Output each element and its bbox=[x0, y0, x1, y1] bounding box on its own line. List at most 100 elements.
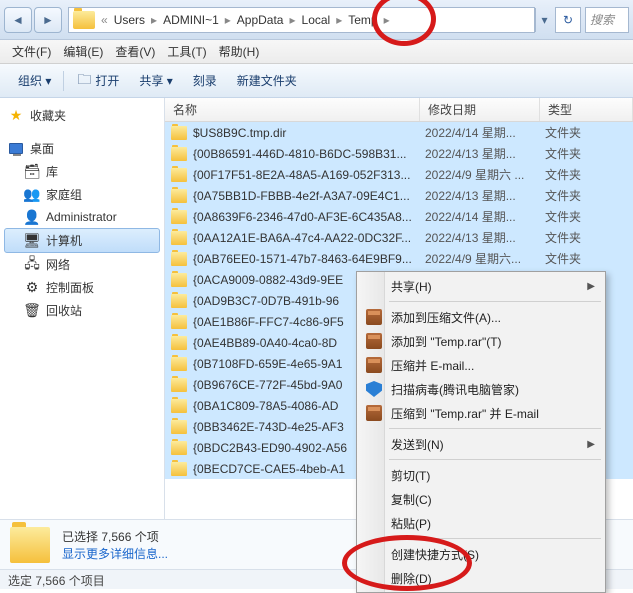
crumb-temp[interactable]: Temp bbox=[344, 13, 381, 27]
ctx-paste[interactable]: 粘贴(P) bbox=[359, 511, 603, 535]
ctx-copy-label: 复制(C) bbox=[391, 491, 432, 508]
folder-icon bbox=[171, 126, 187, 140]
refresh-button[interactable]: ↻ bbox=[555, 7, 581, 33]
sidebar-recyclebin[interactable]: 🗑 回收站 bbox=[4, 299, 160, 322]
computer-icon: 🖥 bbox=[24, 233, 40, 249]
file-row[interactable]: {0A8639F6-2346-47d0-AF3E-6C435A8...2022/… bbox=[165, 206, 633, 227]
details-selection-text: 已选择 7,566 个项 bbox=[62, 528, 168, 545]
sidebar-computer[interactable]: 🖥 计算机 bbox=[4, 228, 160, 253]
ctx-add-temp-label: 添加到 "Temp.rar"(T) bbox=[391, 333, 502, 350]
breadcrumb[interactable]: « Users ▸ ADMINI~1 ▸ AppData ▸ Local ▸ T… bbox=[68, 7, 535, 33]
context-menu: 共享(H) ▶ 添加到压缩文件(A)... 添加到 "Temp.rar"(T) … bbox=[356, 271, 606, 593]
sidebar-network[interactable]: 🖧 网络 bbox=[4, 253, 160, 276]
administrator-label: Administrator bbox=[46, 210, 117, 224]
column-type[interactable]: 类型 bbox=[540, 98, 633, 121]
share-button[interactable]: 共享 ▾ bbox=[129, 69, 182, 92]
address-bar-area: ◄ ► « Users ▸ ADMINI~1 ▸ AppData ▸ Local… bbox=[0, 0, 633, 40]
ctx-create-shortcut[interactable]: 创建快捷方式(S) bbox=[359, 542, 603, 566]
libraries-label: 库 bbox=[46, 163, 58, 180]
chevron-right-icon: ▸ bbox=[382, 13, 392, 27]
sidebar-desktop[interactable]: 桌面 bbox=[4, 137, 160, 160]
file-type: 文件夹 bbox=[545, 187, 633, 204]
ctx-add-archive[interactable]: 添加到压缩文件(A)... bbox=[359, 305, 603, 329]
recyclebin-icon: 🗑 bbox=[24, 303, 40, 319]
ctx-sendto[interactable]: 发送到(N) ▶ bbox=[359, 432, 603, 456]
network-label: 网络 bbox=[46, 256, 70, 273]
column-date[interactable]: 修改日期 bbox=[420, 98, 540, 121]
crumb-local[interactable]: Local bbox=[298, 13, 335, 27]
shield-icon bbox=[365, 380, 383, 398]
menu-help[interactable]: 帮助(H) bbox=[213, 41, 266, 62]
ctx-copy[interactable]: 复制(C) bbox=[359, 487, 603, 511]
burn-button[interactable]: 刻录 bbox=[183, 69, 227, 92]
folder-icon bbox=[171, 189, 187, 203]
organize-button[interactable]: 组织 ▾ bbox=[8, 69, 61, 92]
menu-file[interactable]: 文件(F) bbox=[6, 41, 57, 62]
libraries-icon: 🗃 bbox=[24, 164, 40, 180]
menu-tools[interactable]: 工具(T) bbox=[161, 41, 212, 62]
ctx-paste-label: 粘贴(P) bbox=[391, 515, 431, 532]
ctx-add-archive-label: 添加到压缩文件(A)... bbox=[391, 309, 501, 326]
file-row[interactable]: {00B86591-446D-4810-B6DC-598B31...2022/4… bbox=[165, 143, 633, 164]
folder-icon bbox=[171, 378, 187, 392]
file-row[interactable]: {00F17F51-8E2A-48A5-A169-052F313...2022/… bbox=[165, 164, 633, 185]
folder-icon bbox=[171, 252, 187, 266]
file-row[interactable]: {0A75BB1D-FBBB-4e2f-A3A7-09E4C1...2022/4… bbox=[165, 185, 633, 206]
favorites-label: 收藏夹 bbox=[30, 107, 66, 124]
ctx-cut[interactable]: 剪切(T) bbox=[359, 463, 603, 487]
file-row[interactable]: {0AA12A1E-BA6A-47c4-AA22-0DC32F...2022/4… bbox=[165, 227, 633, 248]
crumb-appdata[interactable]: AppData bbox=[233, 13, 288, 27]
open-label: 打开 bbox=[95, 72, 119, 89]
nav-forward-button[interactable]: ► bbox=[34, 7, 62, 33]
search-input[interactable]: 搜索 bbox=[585, 7, 629, 33]
recyclebin-label: 回收站 bbox=[46, 302, 82, 319]
file-date: 2022/4/14 星期... bbox=[425, 208, 545, 225]
sidebar-controlpanel[interactable]: ⚙ 控制面板 bbox=[4, 276, 160, 299]
file-name: $US8B9C.tmp.dir bbox=[193, 126, 425, 140]
ctx-share[interactable]: 共享(H) ▶ bbox=[359, 274, 603, 298]
sidebar-libraries[interactable]: 🗃 库 bbox=[4, 160, 160, 183]
file-name: {0AA12A1E-BA6A-47c4-AA22-0DC32F... bbox=[193, 231, 425, 245]
file-row[interactable]: {0AB76EE0-1571-47b7-8463-64E9BF9...2022/… bbox=[165, 248, 633, 269]
ctx-delete[interactable]: 删除(D) bbox=[359, 566, 603, 590]
menu-view[interactable]: 查看(V) bbox=[109, 41, 161, 62]
breadcrumb-dropdown-button[interactable]: ▾ bbox=[535, 8, 553, 32]
ctx-delete-label: 删除(D) bbox=[391, 570, 432, 587]
file-type: 文件夹 bbox=[545, 145, 633, 162]
folder-icon bbox=[171, 210, 187, 224]
folder-icon bbox=[171, 315, 187, 329]
ctx-add-temp[interactable]: 添加到 "Temp.rar"(T) bbox=[359, 329, 603, 353]
star-icon: ★ bbox=[8, 108, 24, 124]
ctx-scan-virus[interactable]: 扫描病毒(腾讯电脑管家) bbox=[359, 377, 603, 401]
chevron-right-icon: ▸ bbox=[287, 13, 297, 27]
file-date: 2022/4/13 星期... bbox=[425, 187, 545, 204]
folder-icon bbox=[171, 294, 187, 308]
crumb-admini[interactable]: ADMINI~1 bbox=[159, 13, 223, 27]
sidebar-favorites[interactable]: ★ 收藏夹 bbox=[4, 104, 160, 127]
crumb-users[interactable]: Users bbox=[110, 13, 149, 27]
folder-icon bbox=[171, 420, 187, 434]
file-name: {00B86591-446D-4810-B6DC-598B31... bbox=[193, 147, 425, 161]
desktop-label: 桌面 bbox=[30, 140, 54, 157]
nav-back-button[interactable]: ◄ bbox=[4, 7, 32, 33]
file-type: 文件夹 bbox=[545, 124, 633, 141]
ctx-compress-email-label: 压缩并 E-mail... bbox=[391, 357, 474, 374]
details-more-link[interactable]: 显示更多详细信息... bbox=[62, 545, 168, 562]
open-button[interactable]: 🗀 打开 bbox=[66, 69, 129, 92]
file-type: 文件夹 bbox=[545, 166, 633, 183]
column-headers: 名称 修改日期 类型 bbox=[165, 98, 633, 122]
column-name[interactable]: 名称 bbox=[165, 98, 420, 121]
menu-edit[interactable]: 编辑(E) bbox=[57, 41, 109, 62]
ctx-compress-email[interactable]: 压缩并 E-mail... bbox=[359, 353, 603, 377]
sidebar-administrator[interactable]: 👤 Administrator bbox=[4, 206, 160, 228]
folder-icon bbox=[171, 462, 187, 476]
folder-icon bbox=[171, 273, 187, 287]
file-type: 文件夹 bbox=[545, 229, 633, 246]
folder-icon bbox=[171, 231, 187, 245]
navigation-sidebar: ★ 收藏夹 桌面 🗃 库 👥 家庭组 👤 Administrator � bbox=[0, 98, 165, 519]
newfolder-button[interactable]: 新建文件夹 bbox=[227, 69, 307, 92]
ctx-compress-temp-email[interactable]: 压缩到 "Temp.rar" 并 E-mail bbox=[359, 401, 603, 425]
folder-icon bbox=[171, 147, 187, 161]
file-row[interactable]: $US8B9C.tmp.dir2022/4/14 星期...文件夹 bbox=[165, 122, 633, 143]
sidebar-homegroup[interactable]: 👥 家庭组 bbox=[4, 183, 160, 206]
